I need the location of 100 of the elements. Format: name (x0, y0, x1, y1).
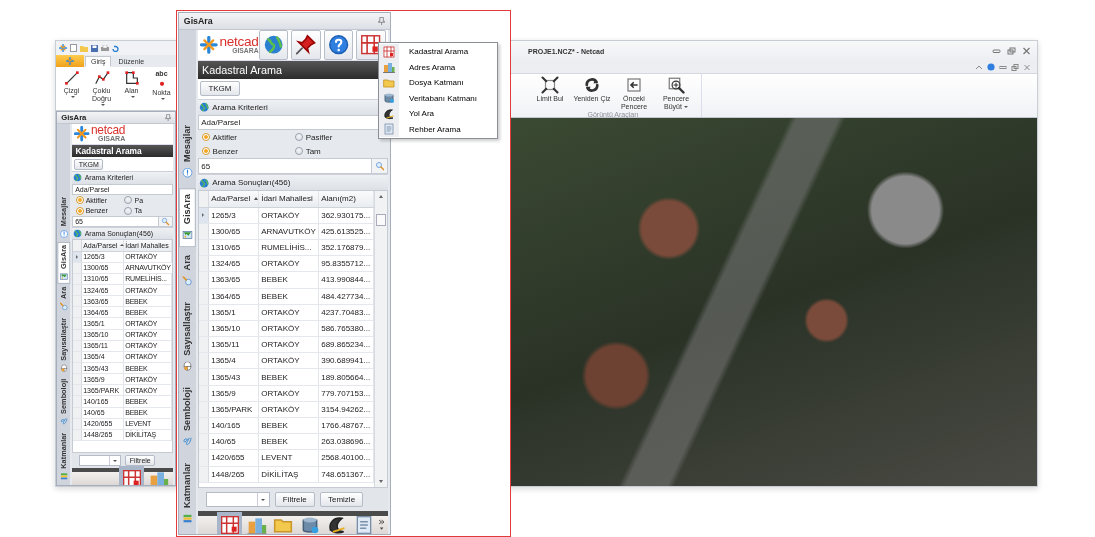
printer-icon[interactable] (101, 44, 109, 52)
table-cell: 140/165 (208, 418, 259, 434)
row-selector[interactable] (198, 272, 209, 288)
radio-option[interactable]: Tam (294, 146, 388, 156)
row-selector[interactable] (198, 434, 209, 450)
globe-button[interactable] (258, 30, 289, 60)
row-selector[interactable] (198, 256, 209, 272)
radio-icon[interactable] (75, 206, 84, 215)
side-tab[interactable]: GisAra (179, 187, 196, 247)
row-selector[interactable] (198, 418, 209, 434)
column-header[interactable]: Ada/Parsel (208, 191, 259, 207)
menu-item[interactable]: Kadastral Arama (379, 44, 497, 60)
row-selector[interactable] (73, 363, 82, 374)
restore-icon[interactable] (1007, 47, 1016, 55)
row-selector[interactable] (73, 418, 82, 429)
row-selector[interactable] (73, 340, 82, 351)
row-selector[interactable] (73, 318, 82, 329)
pin-icon[interactable] (164, 113, 171, 122)
save-icon[interactable] (91, 44, 98, 52)
search-icon (182, 276, 193, 288)
pin-button[interactable] (291, 30, 321, 60)
radio-option[interactable]: Aktifler (201, 132, 295, 142)
radio-icon[interactable] (124, 206, 133, 215)
radio-icon[interactable] (294, 133, 304, 142)
row-selector[interactable] (73, 251, 82, 262)
row-selector[interactable] (73, 307, 82, 318)
document-icon (383, 123, 395, 136)
row-selector[interactable] (198, 337, 209, 353)
sort-arrow-icon (254, 197, 259, 201)
caret-icon (70, 96, 75, 99)
side-tab[interactable]: Sayısallaştır (179, 296, 196, 379)
source-button[interactable]: TKGM (200, 81, 240, 97)
table-cell: 1365/9 (208, 385, 259, 401)
close-icon[interactable] (1023, 63, 1031, 71)
side-tab[interactable]: Ara (179, 249, 196, 294)
side-tab[interactable]: Katmanlar (179, 456, 196, 531)
row-selector[interactable] (198, 223, 209, 239)
caret-icon (683, 106, 688, 109)
help-button[interactable] (323, 30, 354, 60)
globe-icon (73, 229, 83, 239)
search-icon (374, 161, 385, 171)
row-selector[interactable] (198, 304, 209, 320)
folder-icon[interactable] (80, 44, 88, 52)
table-cell: RUMELİHİS... (258, 239, 319, 256)
radio-icon[interactable] (124, 196, 133, 204)
row-selector[interactable] (73, 262, 82, 273)
row-selector[interactable] (198, 401, 209, 417)
row-selector[interactable] (198, 288, 209, 304)
clear-button[interactable]: Temizle (319, 492, 364, 508)
row-selector[interactable] (198, 320, 209, 337)
row-selector[interactable] (73, 429, 82, 440)
restore-icon[interactable] (1011, 63, 1019, 71)
row-selector[interactable] (198, 207, 209, 223)
side-tab[interactable]: Semboloji (179, 381, 196, 455)
layers-icon (182, 513, 193, 525)
radio-icon[interactable] (75, 196, 84, 204)
row-selector[interactable] (73, 285, 82, 296)
polygon-icon (123, 70, 140, 86)
row-selector[interactable] (73, 385, 82, 396)
pin-icon[interactable] (378, 16, 386, 26)
undo-icon[interactable] (112, 44, 119, 52)
menu-item[interactable]: Veritabanı Katmanı (379, 90, 497, 106)
radio-icon[interactable] (201, 133, 211, 142)
row-selector[interactable] (73, 329, 82, 340)
row-selector[interactable] (198, 239, 209, 256)
row-selector[interactable] (198, 466, 209, 482)
section-title: Arama Kriterleri (212, 102, 268, 112)
column-header[interactable]: İdari Mahallesi (258, 191, 319, 207)
app-menu-button[interactable] (56, 55, 84, 67)
side-tab[interactable]: Mesajlar (179, 119, 196, 186)
logo-icon (74, 126, 90, 142)
filter-button[interactable]: Filtrele (274, 492, 315, 508)
row-selector[interactable] (198, 385, 209, 401)
globe-icon (199, 177, 210, 188)
radio-icon[interactable] (294, 147, 304, 156)
row-selector[interactable] (73, 351, 82, 363)
close-icon[interactable] (1022, 47, 1031, 55)
row-selector[interactable] (73, 396, 82, 407)
radio-icon[interactable] (201, 147, 211, 156)
table-cell: BEBEK (258, 369, 319, 385)
help-icon[interactable] (987, 63, 995, 71)
filter-dropdown[interactable] (205, 492, 270, 507)
layers-icon (59, 471, 68, 481)
scrollbar[interactable] (374, 191, 387, 488)
row-selector[interactable] (73, 273, 82, 285)
table-cell: 1365/43 (208, 369, 259, 385)
table-cell: 1364/65 (208, 288, 259, 304)
row-selector[interactable] (73, 374, 82, 385)
row-selector[interactable] (198, 450, 209, 466)
zoom-window-icon (667, 76, 685, 94)
row-selector[interactable] (198, 369, 209, 385)
radio-option[interactable]: Benzer (201, 146, 295, 156)
overflow-chevron-icon[interactable] (378, 518, 386, 531)
row-selector[interactable] (198, 353, 209, 369)
search-field[interactable]: 65 (197, 158, 388, 175)
row-selector[interactable] (73, 407, 82, 418)
new-file-icon[interactable] (70, 44, 77, 52)
line-tool-icon (63, 70, 80, 86)
row-selector[interactable] (73, 296, 82, 307)
collapse-ribbon-icon[interactable] (975, 63, 983, 71)
